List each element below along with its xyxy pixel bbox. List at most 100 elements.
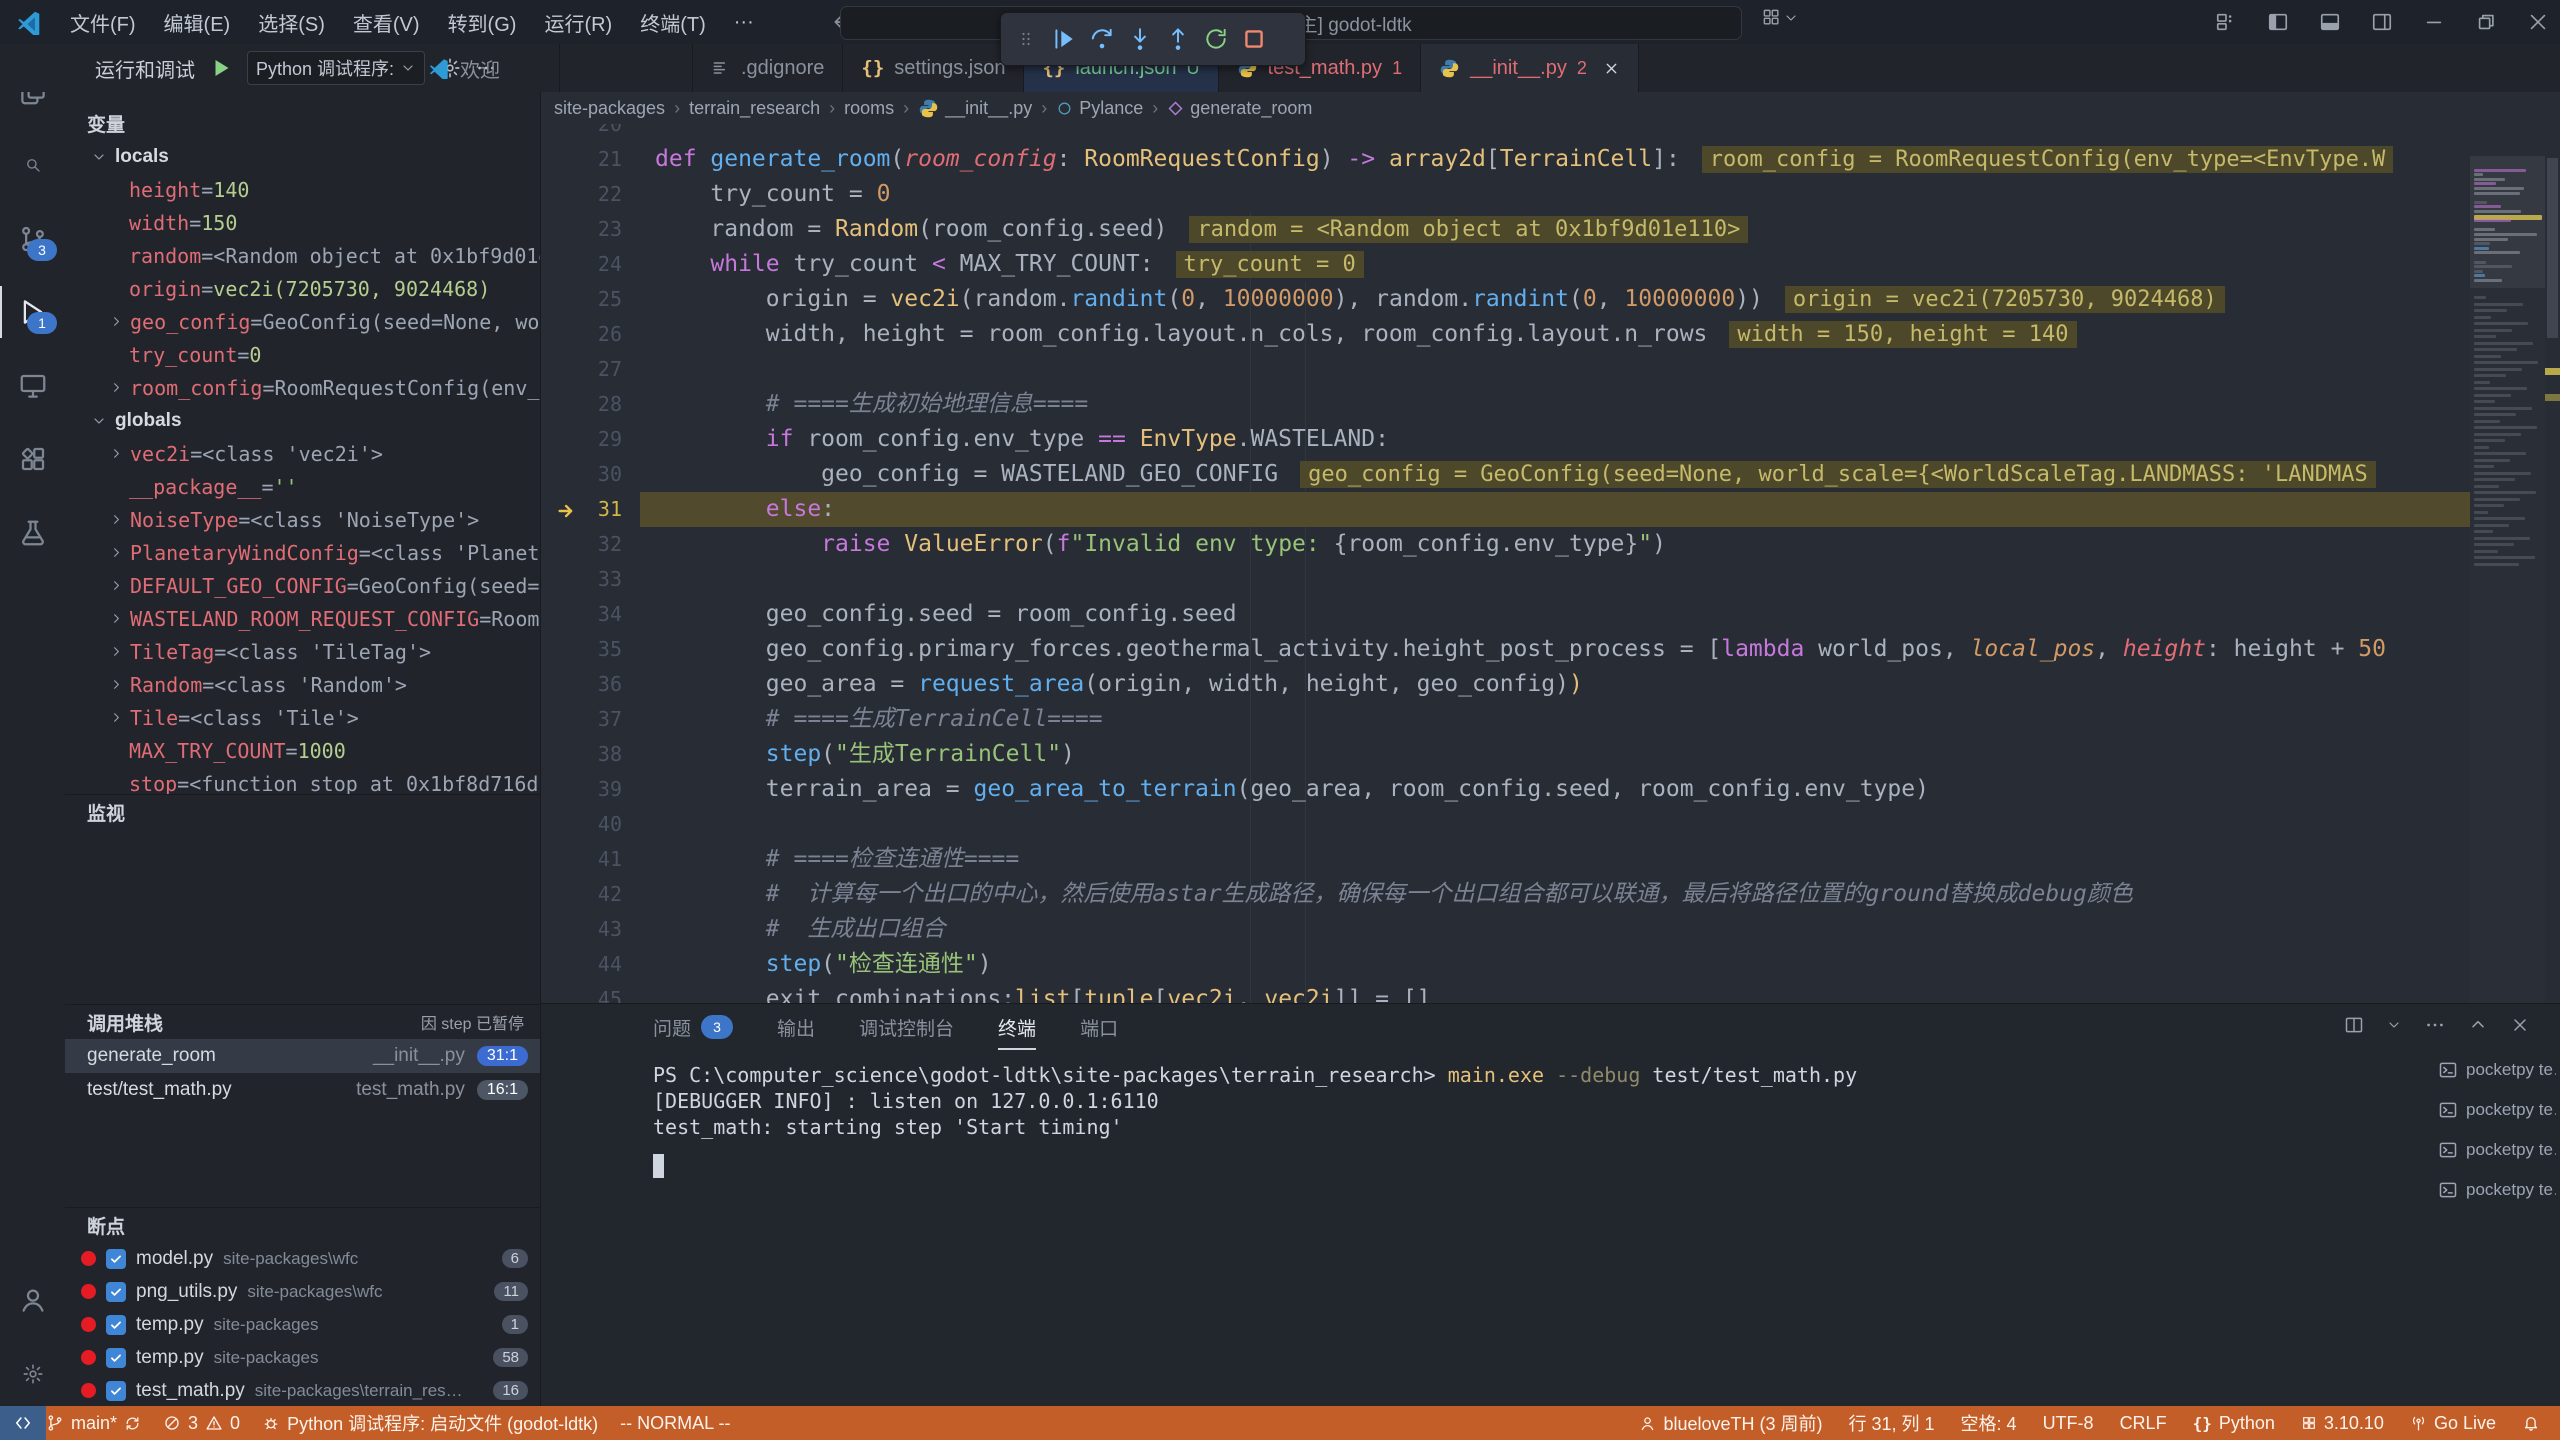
line-number[interactable]: 43 [540,912,622,947]
go-live-status[interactable]: Go Live [2410,1413,2496,1434]
stack-frame[interactable]: generate_room__init__.py31:1 [65,1039,540,1073]
restart-button[interactable] [1197,19,1235,59]
line-number[interactable]: 24 [540,247,622,282]
activity-testing-icon[interactable] [0,507,65,559]
menu-item-3[interactable]: 选择(S) [244,0,339,44]
step-over-button[interactable] [1083,19,1121,59]
code-editor[interactable]: 2021def generate_room(room_config: RoomR… [540,124,2560,1003]
restore-icon[interactable] [2464,0,2508,44]
breadcrumb-item[interactable]: __init__.py [918,98,1032,119]
line-number[interactable]: 41 [540,842,622,877]
step-out-button[interactable] [1159,19,1197,59]
continue-button[interactable] [1045,19,1083,59]
tab-[interactable]: 欢迎 [410,44,560,92]
variable-row[interactable]: WASTELAND_ROOM_REQUEST_CONFIG = RoomR… [65,602,540,635]
line-number[interactable]: 39 [540,772,622,807]
debug-config-status[interactable]: Python 调试程序: 启动文件 (godot-ldtk) [262,1410,598,1436]
variable-row[interactable]: stop = <function stop at 0x1bf8d716d [65,767,540,795]
tab-close-icon[interactable] [1603,60,1620,77]
line-number[interactable]: 40 [540,807,622,842]
language-mode-status[interactable]: {}Python [2193,1413,2275,1434]
notifications-bell[interactable] [2522,1414,2540,1432]
layout-grid-dropdown[interactable] [1762,8,1799,27]
terminal-output[interactable]: PS C:\computer_science\godot-ldtk\site-p… [653,1062,2393,1178]
line-number[interactable]: 36 [540,667,622,702]
terminal-instance[interactable]: pocketpy te… [2438,1090,2556,1130]
menu-item-4[interactable]: 查看(V) [339,0,434,44]
git-branch-status[interactable]: main* [46,1413,141,1434]
variable-row[interactable]: Tile = <class 'Tile'> [65,701,540,734]
panel-tab-调试控制台[interactable]: 调试控制台 [859,1004,954,1050]
stop-button[interactable] [1235,19,1273,59]
breakpoint-checkbox[interactable] [106,1315,126,1335]
eol-status[interactable]: CRLF [2120,1413,2167,1434]
line-number[interactable]: 42 [540,877,622,912]
watch-section-header[interactable]: 监视 [65,795,540,829]
tab-__init__.py[interactable]: __init__.py2 [1421,44,1639,92]
breakpoint-row[interactable]: temp.pysite-packages1 [65,1308,540,1341]
line-number[interactable]: 31 [540,492,622,527]
menu-item-6[interactable]: 运行(R) [530,0,626,44]
variable-row[interactable]: PlanetaryWindConfig = <class 'Planeta… [65,536,540,569]
variable-row[interactable]: geo_config = GeoConfig(seed=None, wor… [65,305,540,338]
activity-remote-explorer-icon[interactable] [0,360,65,412]
line-number[interactable]: 29 [540,422,622,457]
panel-tab-问题[interactable]: 问题3 [653,1004,733,1050]
breadcrumb-item[interactable]: Pylance [1056,98,1143,119]
menu-more-button[interactable]: ··· [720,0,768,44]
activity-search-icon[interactable] [0,139,65,191]
line-number[interactable]: 27 [540,352,622,387]
remote-indicator[interactable] [0,1406,46,1440]
split-panel-icon[interactable] [2344,1015,2364,1040]
cursor-position-status[interactable]: 行 31, 列 1 [1849,1410,1935,1436]
line-number[interactable]: 20 [540,124,622,142]
variable-row[interactable]: DEFAULT_GEO_CONFIG = GeoConfig(seed=1… [65,569,540,602]
call-stack-section-header[interactable]: 调用堆栈 因 step 已暂停 [65,1005,540,1039]
debug-toolbar-grip[interactable] [1007,19,1045,59]
activity-account-icon[interactable] [0,1274,65,1326]
line-number[interactable]: 25 [540,282,622,317]
variables-group-locals[interactable]: locals [65,140,540,173]
toggle-sidebar-icon[interactable] [2256,0,2300,44]
stack-frame[interactable]: test/test_math.pytest_math.py16:1 [65,1073,540,1107]
line-number[interactable]: 38 [540,737,622,772]
line-number[interactable]: 30 [540,457,622,492]
breadcrumb-item[interactable]: rooms [844,98,894,119]
line-number[interactable]: 28 [540,387,622,422]
breakpoint-row[interactable]: temp.pysite-packages58 [65,1341,540,1374]
breakpoint-row[interactable]: png_utils.pysite-packages\wfc11 [65,1275,540,1308]
editor-scrollbar[interactable] [2545,156,2560,1003]
variable-row[interactable]: vec2i = <class 'vec2i'> [65,437,540,470]
python-interpreter-status[interactable]: 3.10.10 [2301,1413,2384,1434]
line-number[interactable]: 23 [540,212,622,247]
line-number[interactable]: 21 [540,142,622,177]
line-number[interactable]: 32 [540,527,622,562]
indentation-status[interactable]: 空格: 4 [1961,1410,2017,1436]
problems-status[interactable]: 30 [163,1413,240,1434]
line-number[interactable]: 37 [540,702,622,737]
panel-tab-输出[interactable]: 输出 [777,1004,815,1050]
close-icon[interactable] [2516,0,2560,44]
terminal-instance[interactable]: pocketpy te… [2438,1170,2556,1210]
tab-settings.json[interactable]: {}settings.json [843,44,1024,92]
breakpoint-checkbox[interactable] [106,1282,126,1302]
variable-row[interactable]: TileTag = <class 'TileTag'> [65,635,540,668]
variable-row[interactable]: origin = vec2i(7205730, 9024468) [65,272,540,305]
tab-.gdignore[interactable]: .gdignore [693,44,843,92]
variable-row[interactable]: try_count = 0 [65,338,540,371]
customize-layout-icon[interactable] [2204,0,2248,44]
variables-group-globals[interactable]: globals [65,404,540,437]
variable-row[interactable]: random = <Random object at 0x1bf9d01e… [65,239,540,272]
breakpoint-checkbox[interactable] [106,1348,126,1368]
line-number[interactable]: 35 [540,632,622,667]
breakpoint-checkbox[interactable] [106,1381,126,1401]
minimize-icon[interactable] [2412,0,2456,44]
line-number[interactable]: 22 [540,177,622,212]
variable-row[interactable]: room_config = RoomRequestConfig(env_t… [65,371,540,404]
menu-item-1[interactable]: 文件(F) [56,0,150,44]
toggle-secondary-sidebar-icon[interactable] [2360,0,2404,44]
close-panel-icon[interactable] [2510,1015,2530,1040]
vim-mode-status[interactable]: -- NORMAL -- [620,1413,730,1434]
git-blame-status[interactable]: blueloveTH (3 周前) [1639,1410,1822,1436]
menu-item-7[interactable]: 终端(T) [626,0,720,44]
